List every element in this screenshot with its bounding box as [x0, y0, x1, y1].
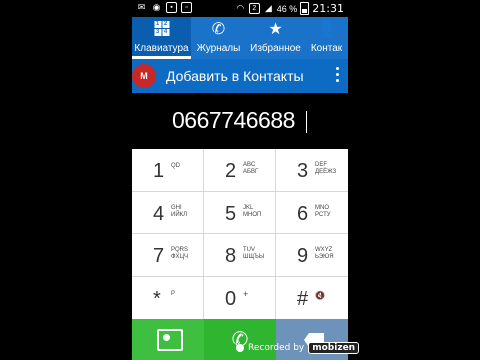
- key-digit: 7: [153, 245, 165, 267]
- image-icon: ▪: [166, 2, 177, 13]
- action-bar: М Добавить в Контакты: [132, 59, 348, 93]
- add-contact-button[interactable]: [132, 319, 204, 360]
- sim-icon: 2: [248, 3, 260, 14]
- key-digit: 6: [297, 202, 309, 225]
- dialed-number[interactable]: 0667746688: [172, 107, 295, 134]
- key-3[interactable]: 3 DEF ДЕЁЖЗ: [276, 149, 348, 192]
- key-9[interactable]: 9 WXYZ ЬЭЮЯ: [276, 234, 348, 277]
- tab-label: Клавиатура: [134, 43, 189, 54]
- key-digit: #: [297, 287, 309, 310]
- key-letters: MNO РСТУ: [315, 204, 331, 218]
- key-0[interactable]: 0 +: [204, 276, 276, 319]
- screen-icon: ▫: [181, 2, 192, 13]
- clock: 21:31: [312, 2, 344, 15]
- record-icon: [236, 344, 244, 352]
- key-letters: GHI ИЙКЛ: [171, 204, 188, 218]
- key-8[interactable]: 8 TUV ШЩЪЫ: [204, 234, 276, 277]
- signal-icon: ◢: [264, 3, 272, 13]
- key-letters: WXYZ ЬЭЮЯ: [315, 247, 334, 260]
- battery-icon: [300, 2, 310, 15]
- tab-label: Избранное: [250, 43, 301, 54]
- overflow-menu-icon[interactable]: [334, 67, 340, 82]
- call-log-icon: ✆: [211, 21, 226, 38]
- key-digit: 1: [153, 160, 165, 182]
- key-letters: ABC АБВГ: [243, 162, 259, 175]
- key-digit: 4: [153, 202, 165, 225]
- key-4[interactable]: 4 GHI ИЙКЛ: [132, 191, 204, 234]
- keypad-icon: 1234: [154, 21, 169, 36]
- key-digit: 2: [225, 160, 237, 182]
- watermark-brand: mobizen: [308, 342, 360, 354]
- contacts-icon: 👤: [316, 21, 337, 38]
- plus-label: +: [243, 288, 249, 299]
- key-letters: JKL МНОП: [243, 204, 262, 218]
- key-digit: 0: [225, 287, 237, 310]
- app-logo-icon: М: [132, 64, 156, 88]
- tab-keypad[interactable]: 1234 Клавиатура: [132, 17, 191, 59]
- status-bar: ✉ ◉ ▪ ▫ ◠ 2 ◢ 46 % 21:31: [132, 0, 348, 17]
- add-to-contacts-link[interactable]: Добавить в Контакты: [166, 68, 304, 84]
- key-6[interactable]: 6 MNO РСТУ: [276, 192, 348, 234]
- key-digit: 8: [225, 245, 237, 267]
- star-icon: ★: [268, 21, 283, 38]
- watermark-text: Recorded by: [248, 343, 305, 353]
- tab-call-log[interactable]: ✆ Журналы: [191, 17, 246, 59]
- key-digit: 5: [225, 202, 237, 225]
- pause-label: P: [171, 290, 176, 297]
- dial-keypad: 1 QD 2 ABC АБВГ 3 DEF ДЕЁЖЗ 4 GHI ИЙКЛ 5…: [132, 149, 348, 319]
- tab-label: Журналы: [196, 43, 241, 54]
- wifi-icon: ◠: [236, 3, 245, 13]
- key-letters: PQRS ФХЦЧ: [171, 247, 189, 260]
- add-contact-icon: [157, 329, 183, 351]
- tab-label: Контак: [310, 43, 343, 54]
- mute-icon: 🔇: [315, 290, 325, 300]
- text-cursor: [306, 111, 307, 133]
- tab-contacts[interactable]: 👤 Контак: [305, 17, 348, 59]
- circle-icon: ◉: [152, 2, 161, 12]
- key-star[interactable]: * P: [132, 276, 204, 319]
- key-2[interactable]: 2 ABC АБВГ: [204, 149, 276, 192]
- voicemail-label: QD: [171, 163, 180, 169]
- recorder-watermark: Recorded by mobizen: [236, 342, 360, 354]
- number-display[interactable]: 0667746688: [132, 93, 348, 149]
- key-letters: TUV ШЩЪЫ: [243, 247, 265, 260]
- phone-screen: ✉ ◉ ▪ ▫ ◠ 2 ◢ 46 % 21:31 1234 Клавиатура…: [132, 0, 348, 360]
- tab-favorites[interactable]: ★ Избранное: [246, 17, 305, 59]
- key-5[interactable]: 5 JKL МНОП: [204, 191, 276, 234]
- key-digit: 9: [297, 245, 309, 267]
- key-1[interactable]: 1 QD: [132, 149, 204, 192]
- key-letters: DEF ДЕЁЖЗ: [315, 162, 337, 175]
- key-digit: *: [153, 287, 161, 310]
- key-digit: 3: [297, 160, 309, 182]
- key-hash[interactable]: # 🔇: [276, 277, 348, 320]
- message-icon: ✉: [137, 2, 146, 12]
- key-7[interactable]: 7 PQRS ФХЦЧ: [132, 234, 204, 277]
- battery-percent: 46 %: [276, 3, 298, 14]
- tab-bar: 1234 Клавиатура ✆ Журналы ★ Избранное 👤 …: [132, 17, 348, 59]
